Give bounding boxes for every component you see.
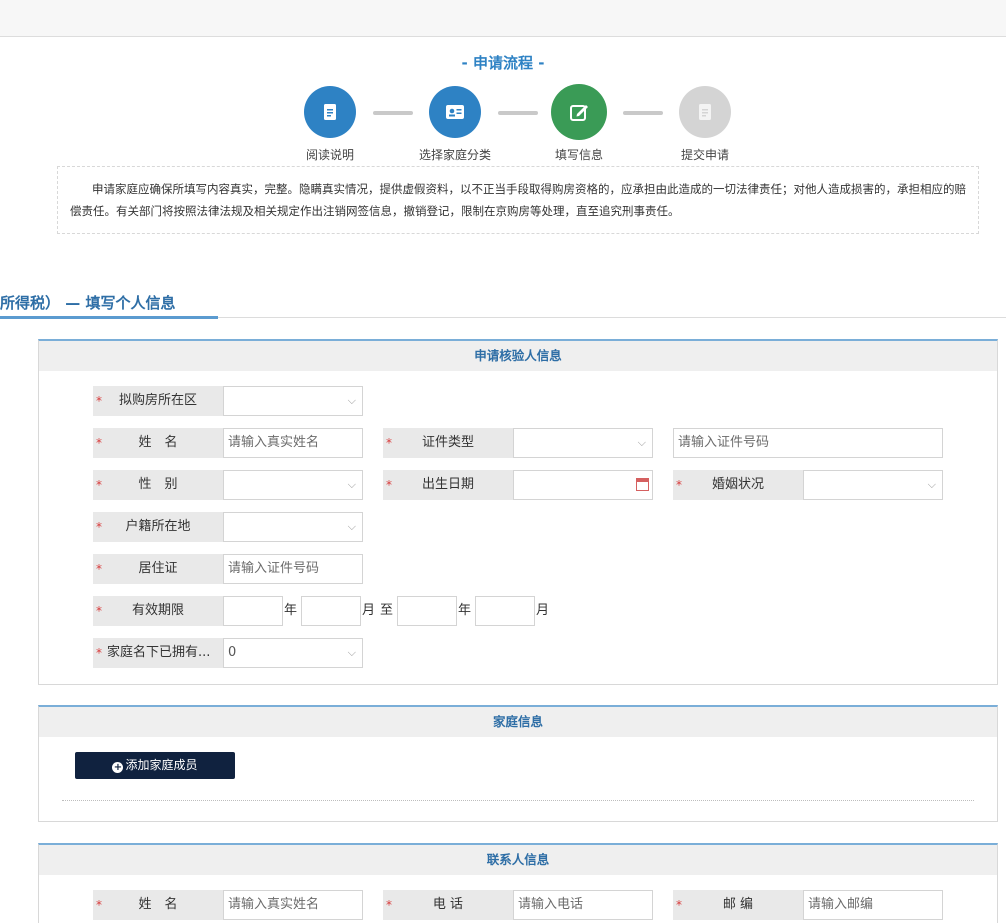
year-unit: 年 <box>458 603 472 618</box>
plus-circle-icon: + <box>112 762 124 773</box>
add-family-member-button[interactable]: + 添加家庭成员 <box>75 752 235 779</box>
contact-name-field: * 姓 名 请输入真实姓名 <box>93 890 363 920</box>
chevron-down-icon: ⌵ <box>927 478 936 491</box>
validity-end-year-input[interactable] <box>397 596 457 626</box>
field-label: * 电 话 <box>383 890 513 920</box>
field-label: * 证件类型 <box>383 428 513 458</box>
step-label: 选择家庭分类 <box>418 148 491 162</box>
step-read-instructions: 阅读说明 <box>285 86 375 163</box>
field-label: * 姓 名 <box>93 428 223 458</box>
step-connector <box>498 111 538 115</box>
step-submit-application: 提交申请 <box>660 86 750 163</box>
validity-start-month-input[interactable] <box>301 596 361 626</box>
document-icon <box>324 104 336 120</box>
chevron-down-icon: ⌵ <box>347 520 356 533</box>
field-label: * 拟购房所在区 <box>93 386 223 416</box>
owned-property-field: * 家庭名下已拥有... 0 ⌵ <box>93 638 363 668</box>
birth-date-input[interactable] <box>513 470 653 500</box>
marital-field: * 婚姻状况 ⌵ <box>673 470 943 500</box>
chevron-down-icon: ⌵ <box>347 394 356 407</box>
contact-phone-input[interactable]: 请输入电话 <box>513 890 653 920</box>
chevron-down-icon: ⌵ <box>347 646 356 659</box>
chevron-down-icon: ⌵ <box>637 436 646 449</box>
calendar-icon[interactable] <box>636 478 649 491</box>
hukou-field: * 户籍所在地 ⌵ <box>93 512 363 542</box>
birth-date-field: * 出生日期 <box>383 470 653 500</box>
month-unit: 月 <box>362 603 376 618</box>
residence-permit-input[interactable]: 请输入证件号码 <box>223 554 363 584</box>
top-bar <box>0 0 1006 37</box>
gender-field: * 性 别 ⌵ <box>93 470 363 500</box>
district-field: * 拟购房所在区 ⌵ <box>93 386 363 416</box>
name-field: * 姓 名 请输入真实姓名 <box>93 428 363 458</box>
to-label: 至 <box>380 603 394 618</box>
contact-name-input[interactable]: 请输入真实姓名 <box>223 890 363 920</box>
document-icon <box>699 104 711 120</box>
step-fill-information: 填写信息 <box>534 84 624 163</box>
step-circle <box>304 86 356 138</box>
disclaimer-notice: 申请家庭应确保所填写内容真实，完整。隐瞒真实情况，提供虚假资料，以不正当手段取得… <box>57 166 979 234</box>
owned-property-select[interactable]: 0 ⌵ <box>223 638 363 668</box>
contact-zip-field: * 邮 编 请输入邮编 <box>673 890 943 920</box>
hukou-select[interactable]: ⌵ <box>223 512 363 542</box>
id-type-select[interactable]: ⌵ <box>513 428 653 458</box>
field-label: * 居住证 <box>93 554 223 584</box>
field-label: * 邮 编 <box>673 890 803 920</box>
step-circle <box>551 84 607 140</box>
flow-title: - 申请流程 - <box>461 54 545 72</box>
field-label: * 婚姻状况 <box>673 470 803 500</box>
field-label: * 姓 名 <box>93 890 223 920</box>
step-circle <box>429 86 481 138</box>
field-label: * 出生日期 <box>383 470 513 500</box>
id-type-field: * 证件类型 ⌵ <box>383 428 653 458</box>
required-mark: * <box>96 646 102 660</box>
active-tab-underline <box>0 316 218 319</box>
section-tab[interactable]: 所得税） — 填写个人信息 <box>0 292 175 313</box>
step-label: 阅读说明 <box>305 148 354 162</box>
marital-select[interactable]: ⌵ <box>803 470 943 500</box>
name-input[interactable]: 请输入真实姓名 <box>223 428 363 458</box>
panel-title: 申请核验人信息 <box>39 341 997 371</box>
panel-title: 家庭信息 <box>39 707 997 737</box>
validity-field: * 有效期限 年 月 至 年 月 <box>93 596 553 626</box>
contact-zip-input[interactable]: 请输入邮编 <box>803 890 943 920</box>
divider <box>62 800 974 801</box>
step-label: 提交申请 <box>680 148 729 162</box>
field-label: * 有效期限 <box>93 596 223 626</box>
gender-select[interactable]: ⌵ <box>223 470 363 500</box>
step-label: 填写信息 <box>554 148 603 162</box>
step-select-family-category: 选择家庭分类 <box>410 86 500 163</box>
edit-icon <box>570 105 588 121</box>
contact-phone-field: * 电 话 请输入电话 <box>383 890 653 920</box>
step-connector <box>373 111 413 115</box>
step-connector <box>623 111 663 115</box>
month-unit: 月 <box>536 603 550 618</box>
district-select[interactable]: ⌵ <box>223 386 363 416</box>
validity-end-month-input[interactable] <box>475 596 535 626</box>
field-label: * 户籍所在地 <box>93 512 223 542</box>
id-card-icon <box>446 105 464 119</box>
panel-title: 联系人信息 <box>39 845 997 875</box>
year-unit: 年 <box>284 603 298 618</box>
residence-permit-field: * 居住证 请输入证件号码 <box>93 554 363 584</box>
validity-start-year-input[interactable] <box>223 596 283 626</box>
chevron-down-icon: ⌵ <box>347 478 356 491</box>
field-label: * 性 别 <box>93 470 223 500</box>
field-label: * 家庭名下已拥有... <box>93 638 223 668</box>
id-number-input[interactable]: 请输入证件号码 <box>673 428 943 458</box>
step-circle <box>679 86 731 138</box>
